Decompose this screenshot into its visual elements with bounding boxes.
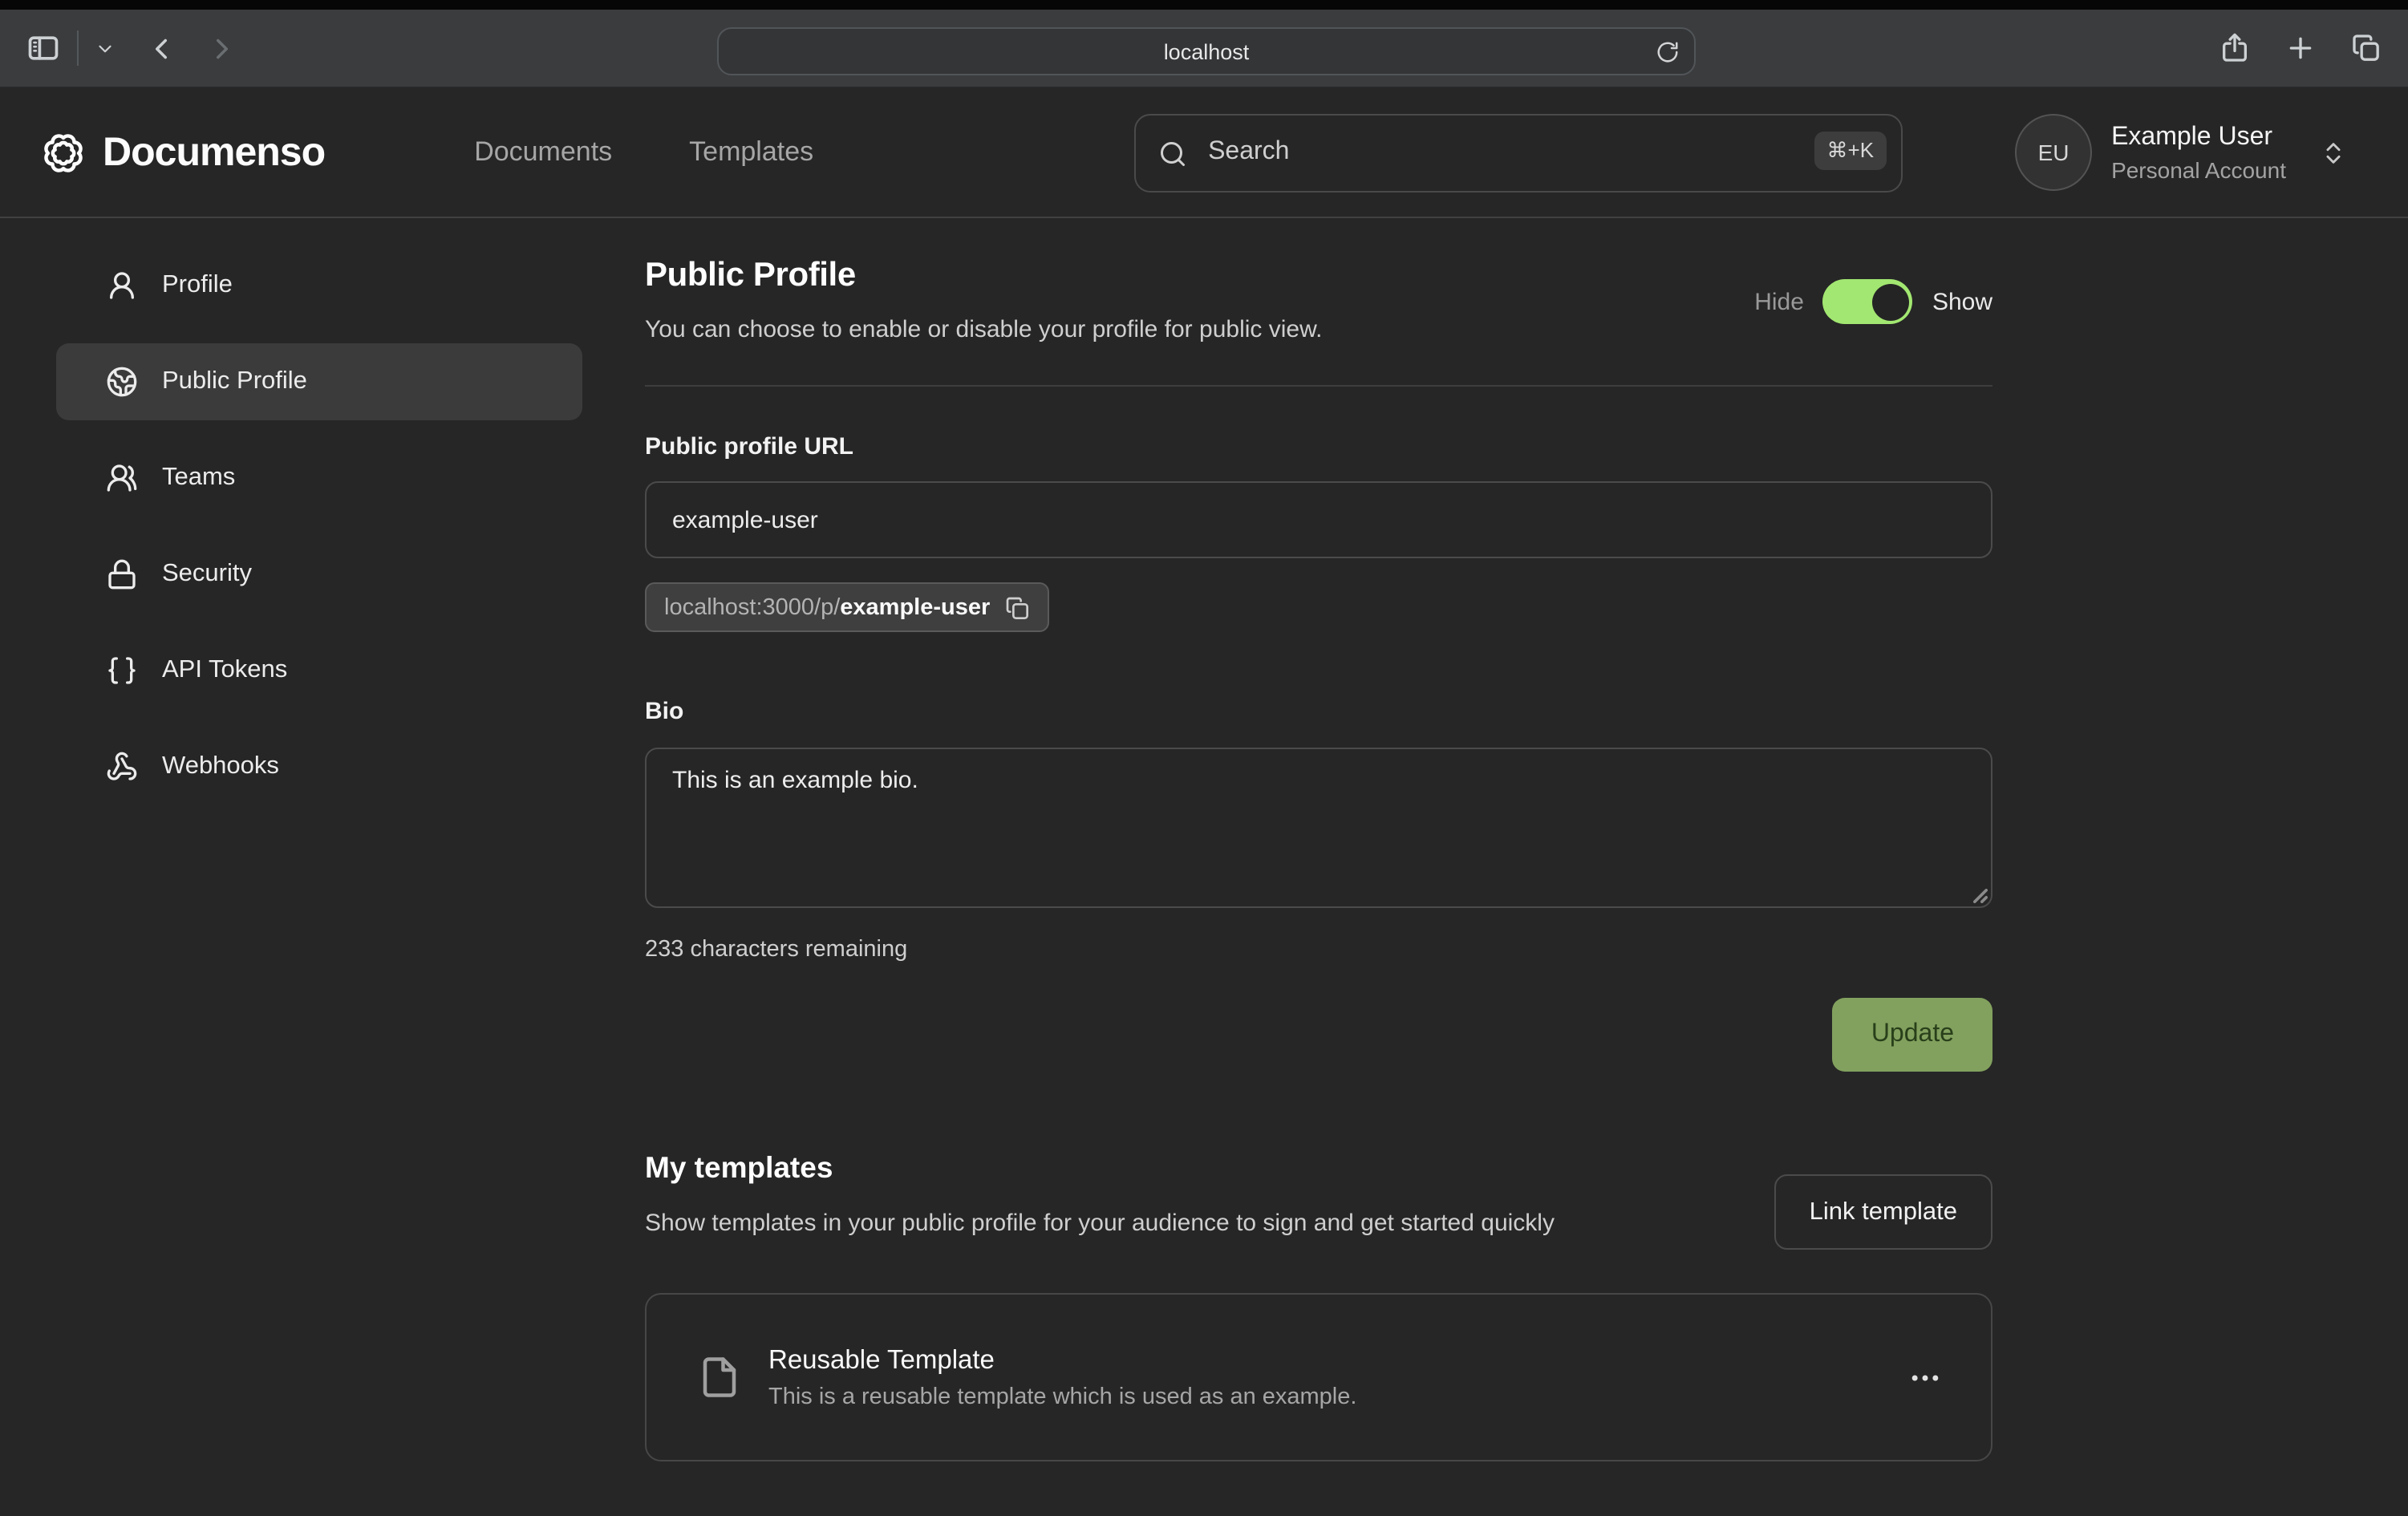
link-template-button[interactable]: Link template xyxy=(1774,1174,1992,1250)
settings-sidebar: Profile Public Profile Teams Security AP… xyxy=(0,218,645,1516)
profile-url-input[interactable] xyxy=(645,481,1992,558)
profile-url-preview[interactable]: localhost:3000/p/example-user xyxy=(645,582,1049,632)
toolbar-separator xyxy=(77,30,79,66)
public-profile-settings: Public Profile Hide Show You can choose … xyxy=(645,218,1992,1462)
user-icon xyxy=(106,270,138,302)
brand-name: Documenso xyxy=(103,129,325,176)
share-icon[interactable] xyxy=(2219,32,2251,64)
toggle-hide-label: Hide xyxy=(1754,288,1804,315)
sidebar-item-webhooks[interactable]: Webhooks xyxy=(56,728,582,805)
sidebar-item-label: Profile xyxy=(162,271,233,300)
template-menu-ellipsis-icon[interactable] xyxy=(1907,1360,1943,1396)
sidebar-item-security[interactable]: Security xyxy=(56,536,582,613)
safari-window: localhost Documenso Docu xyxy=(0,0,2408,1516)
toggle-knob xyxy=(1872,283,1909,320)
tab-overview-icon[interactable] xyxy=(2350,32,2382,64)
sidebar-item-teams[interactable]: Teams xyxy=(56,440,582,517)
sidebar-item-api-tokens[interactable]: API Tokens xyxy=(56,632,582,709)
file-icon xyxy=(698,1356,741,1400)
sidebar-item-label: Security xyxy=(162,560,252,589)
url-slug: example-user xyxy=(840,594,990,620)
forward-icon[interactable] xyxy=(205,31,239,65)
users-icon xyxy=(106,462,138,494)
search-shortcut-badge: ⌘+K xyxy=(1814,131,1887,169)
documenso-logo-icon xyxy=(42,131,85,174)
url-prefix: localhost:3000/p/ xyxy=(664,594,840,620)
search-input[interactable] xyxy=(1136,115,1901,190)
new-tab-icon[interactable] xyxy=(2284,32,2317,64)
template-card: Reusable Template This is a reusable tem… xyxy=(645,1294,1992,1462)
copy-icon[interactable] xyxy=(1004,594,1030,620)
account-labels: Example User Personal Account xyxy=(2111,120,2286,184)
my-templates-section: My templates Show templates in your publ… xyxy=(645,1150,1992,1246)
chevrons-up-down-icon xyxy=(2320,139,2347,166)
template-description: This is a reusable template which is use… xyxy=(768,1384,1356,1410)
account-menu[interactable]: EU Example User Personal Account xyxy=(2015,114,2347,191)
resize-handle-icon[interactable] xyxy=(1973,889,1988,903)
address-bar[interactable]: localhost xyxy=(717,27,1696,75)
sidebar-item-label: Teams xyxy=(162,464,235,492)
nav-documents[interactable]: Documents xyxy=(474,136,612,168)
sidebar-item-label: API Tokens xyxy=(162,656,287,685)
window-top-edge xyxy=(0,0,2408,10)
sidebar-item-profile[interactable]: Profile xyxy=(56,247,582,324)
sidebar-item-label: Public Profile xyxy=(162,367,307,396)
globe-icon xyxy=(106,366,138,398)
sidebar-item-public-profile[interactable]: Public Profile xyxy=(56,343,582,420)
toggle-show-label: Show xyxy=(1932,288,1992,315)
account-name: Example User xyxy=(2111,120,2286,155)
documenso-logo[interactable]: Documenso xyxy=(42,129,325,176)
webhook-icon xyxy=(106,751,138,783)
sidebar-toggle-icon[interactable] xyxy=(26,30,61,66)
account-type: Personal Account xyxy=(2111,155,2286,184)
bio-label: Bio xyxy=(645,698,1992,725)
address-text: localhost xyxy=(1164,39,1250,63)
search-bar[interactable]: ⌘+K xyxy=(1134,113,1903,192)
avatar: EU xyxy=(2015,114,2092,191)
reload-icon[interactable] xyxy=(1656,40,1680,64)
template-card-text: Reusable Template This is a reusable tem… xyxy=(768,1346,1356,1410)
browser-toolbar: localhost xyxy=(0,10,2408,88)
characters-remaining: 233 characters remaining xyxy=(645,937,1992,963)
lock-icon xyxy=(106,558,138,590)
braces-icon xyxy=(106,655,138,687)
section-divider xyxy=(645,385,1992,387)
main-nav: Documents Templates xyxy=(474,136,813,168)
sidebar-item-label: Webhooks xyxy=(162,752,279,781)
profile-visibility-toggle[interactable] xyxy=(1823,279,1913,324)
url-preview-text: localhost:3000/p/example-user xyxy=(664,593,990,622)
template-title: Reusable Template xyxy=(768,1346,1356,1376)
my-templates-description: Show templates in your public profile fo… xyxy=(645,1203,1768,1246)
update-button[interactable]: Update xyxy=(1833,998,1992,1072)
profile-url-label: Public profile URL xyxy=(645,433,1992,460)
search-icon xyxy=(1158,139,1187,168)
sidebar-chevron-down-icon[interactable] xyxy=(95,38,116,59)
visibility-toggle-row: Hide Show xyxy=(1754,279,1992,324)
bio-textarea[interactable]: This is an example bio. xyxy=(645,748,1992,908)
nav-templates[interactable]: Templates xyxy=(689,136,813,168)
back-icon[interactable] xyxy=(144,31,178,65)
app-header: Documenso Documents Templates ⌘+K EU Exa… xyxy=(0,88,2408,218)
